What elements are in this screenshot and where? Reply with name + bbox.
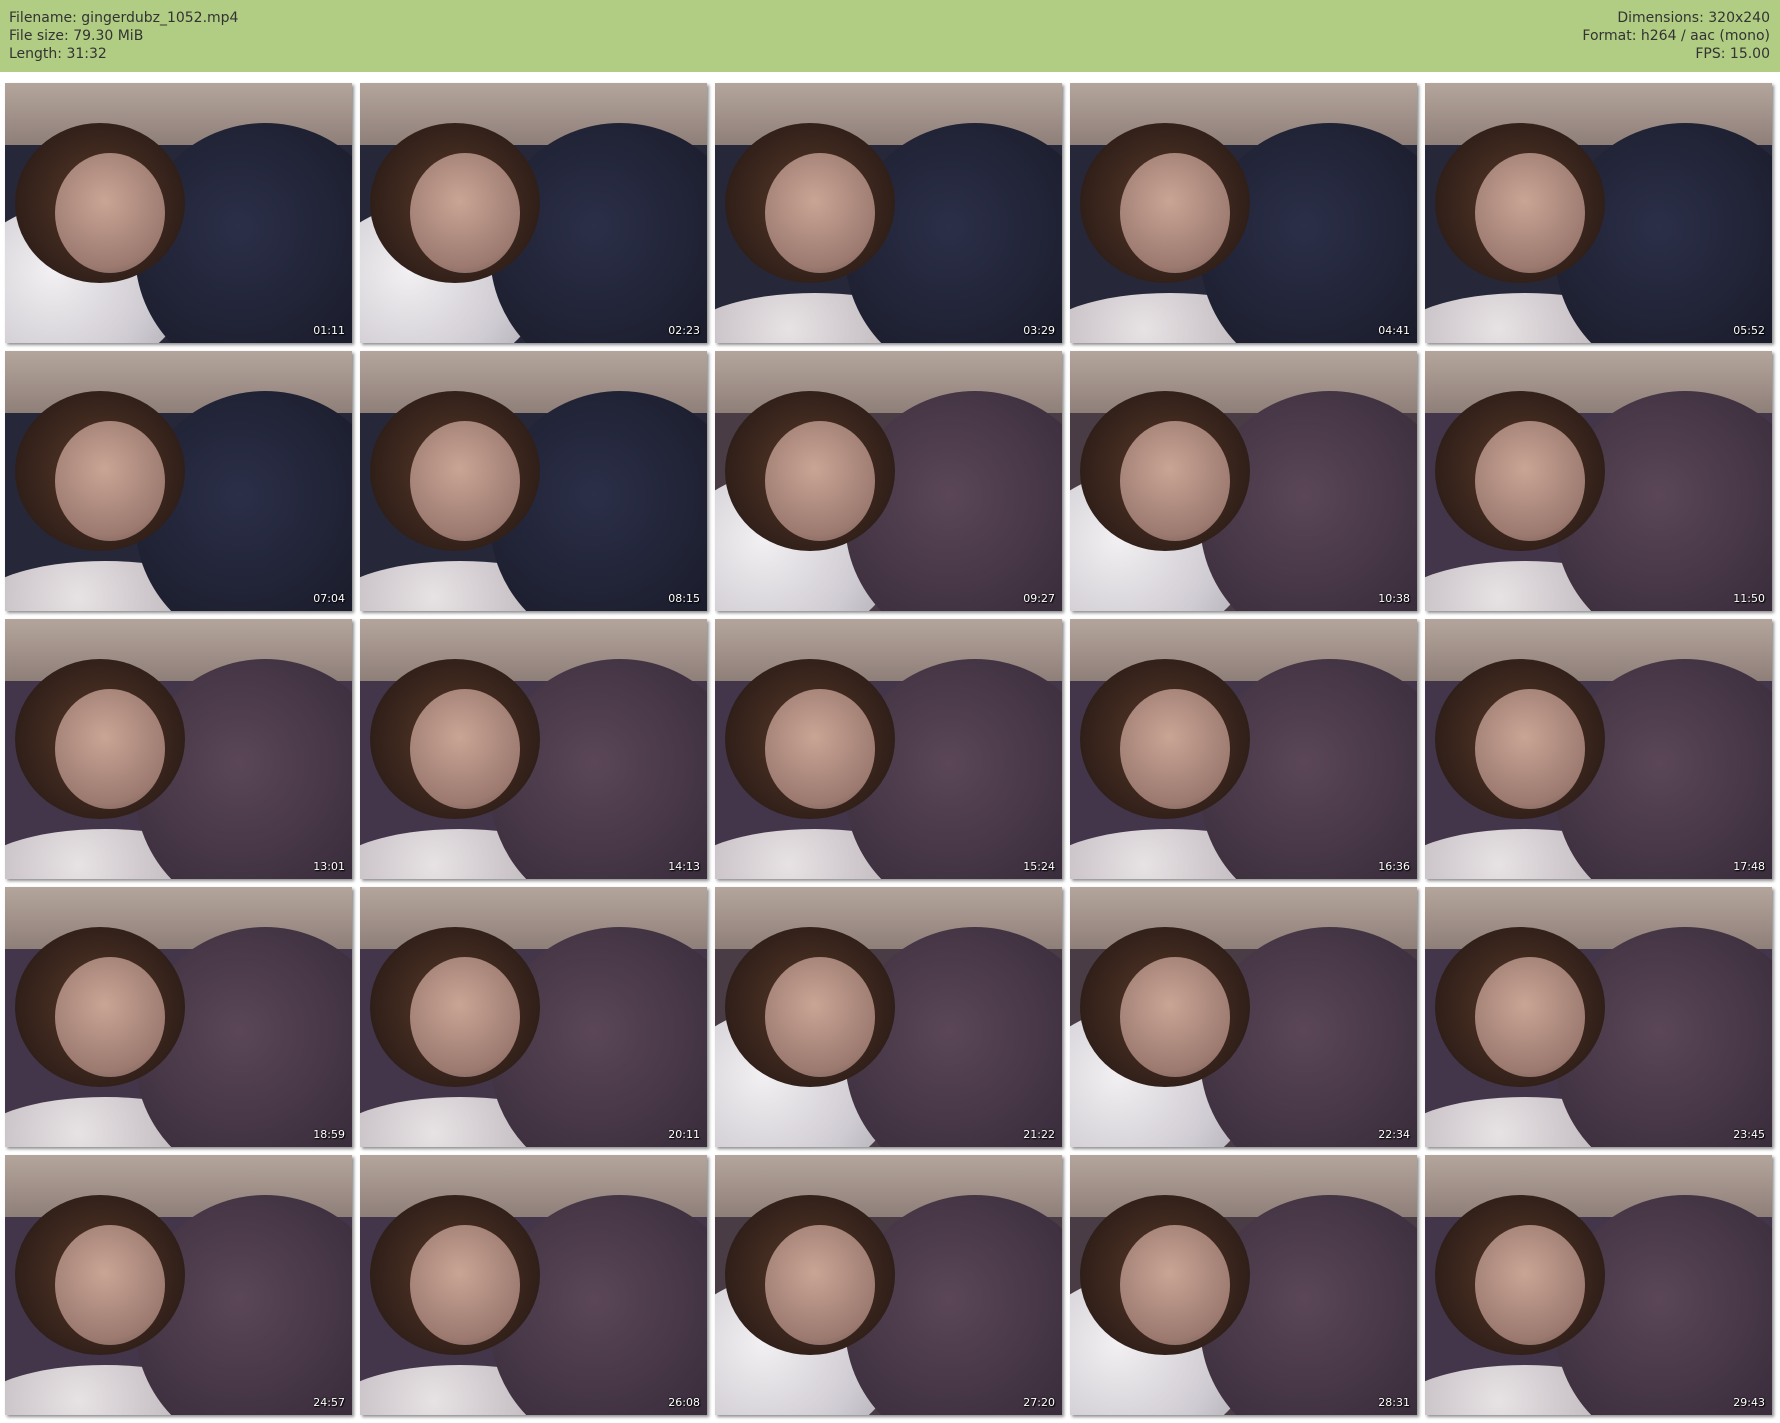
video-thumbnail[interactable]: 13:01 [5,619,352,879]
thumbnail-timestamp: 04:41 [1378,324,1410,337]
thumbnail-timestamp: 23:45 [1733,1128,1765,1141]
fps-label: FPS: [1695,46,1730,62]
length-label: Length: [9,46,67,62]
media-info: Dimensions: 320x240 Format: h264 / aac (… [1582,9,1770,63]
format-label: Format: [1582,28,1641,44]
video-thumbnail[interactable]: 18:59 [5,887,352,1147]
thumbnail-grid: 01:11 02:23 03:29 04:41 05:52 07:04 08:15 09:27… [0,72,1780,1423]
thumbnail-timestamp: 20:11 [668,1128,700,1141]
face-shape [410,957,520,1077]
thumbnail-timestamp: 29:43 [1733,1396,1765,1409]
thumbnail-timestamp: 03:29 [1023,324,1055,337]
face-shape [1475,1225,1585,1345]
thumbnail-timestamp: 22:34 [1378,1128,1410,1141]
video-thumbnail[interactable]: 20:11 [360,887,707,1147]
dimensions-row: Dimensions: 320x240 [1582,9,1770,27]
file-size-value: 79.30 MiB [73,28,144,44]
video-thumbnail[interactable]: 09:27 [715,351,1062,611]
face-shape [1120,153,1230,273]
video-thumbnail[interactable]: 24:57 [5,1155,352,1415]
thumbnail-timestamp: 09:27 [1023,592,1055,605]
face-shape [55,421,165,541]
thumbnail-timestamp: 24:57 [313,1396,345,1409]
face-shape [765,1225,875,1345]
format-value: h264 / aac (mono) [1640,28,1770,44]
dimensions-label: Dimensions: [1617,10,1709,26]
video-thumbnail[interactable]: 05:52 [1425,83,1772,343]
video-thumbnail[interactable]: 01:11 [5,83,352,343]
fps-value: 15.00 [1729,46,1770,62]
video-thumbnail[interactable]: 10:38 [1070,351,1417,611]
thumbnail-timestamp: 07:04 [313,592,345,605]
face-shape [765,689,875,809]
fps-row: FPS: 15.00 [1582,45,1770,63]
face-shape [765,153,875,273]
video-thumbnail[interactable]: 22:34 [1070,887,1417,1147]
video-thumbnail[interactable]: 16:36 [1070,619,1417,879]
thumbnail-timestamp: 14:13 [668,860,700,873]
thumbnail-timestamp: 08:15 [668,592,700,605]
thumbnail-timestamp: 18:59 [313,1128,345,1141]
thumbnail-timestamp: 15:24 [1023,860,1055,873]
thumbnail-timestamp: 13:01 [313,860,345,873]
face-shape [765,957,875,1077]
video-thumbnail[interactable]: 27:20 [715,1155,1062,1415]
face-shape [1475,957,1585,1077]
thumbnail-timestamp: 26:08 [668,1396,700,1409]
thumbnail-timestamp: 05:52 [1733,324,1765,337]
face-shape [55,153,165,273]
face-shape [55,689,165,809]
format-row: Format: h264 / aac (mono) [1582,27,1770,45]
video-thumbnail[interactable]: 08:15 [360,351,707,611]
face-shape [1475,153,1585,273]
video-thumbnail[interactable]: 15:24 [715,619,1062,879]
thumbnail-timestamp: 21:22 [1023,1128,1055,1141]
thumbnail-timestamp: 17:48 [1733,860,1765,873]
face-shape [55,1225,165,1345]
face-shape [1120,689,1230,809]
info-header: Filename: gingerdubz_1052.mp4 File size:… [0,0,1780,72]
face-shape [1120,957,1230,1077]
video-thumbnail[interactable]: 14:13 [360,619,707,879]
dimensions-value: 320x240 [1708,10,1770,26]
thumbnail-timestamp: 02:23 [668,324,700,337]
length-row: Length: 31:32 [9,45,238,63]
face-shape [410,421,520,541]
video-thumbnail[interactable]: 26:08 [360,1155,707,1415]
file-size-label: File size: [9,28,74,44]
video-thumbnail[interactable]: 17:48 [1425,619,1772,879]
face-shape [410,1225,520,1345]
video-thumbnail[interactable]: 04:41 [1070,83,1417,343]
face-shape [1120,1225,1230,1345]
face-shape [1120,421,1230,541]
thumbnail-timestamp: 10:38 [1378,592,1410,605]
thumbnail-timestamp: 27:20 [1023,1396,1055,1409]
filename-value: gingerdubz_1052.mp4 [81,10,239,26]
thumbnail-timestamp: 11:50 [1733,592,1765,605]
file-size-row: File size: 79.30 MiB [9,27,238,45]
face-shape [1475,421,1585,541]
thumbnail-timestamp: 28:31 [1378,1396,1410,1409]
thumbnail-timestamp: 16:36 [1378,860,1410,873]
length-value: 31:32 [66,46,107,62]
face-shape [55,957,165,1077]
video-thumbnail[interactable]: 28:31 [1070,1155,1417,1415]
video-thumbnail[interactable]: 03:29 [715,83,1062,343]
face-shape [410,153,520,273]
video-thumbnail[interactable]: 23:45 [1425,887,1772,1147]
face-shape [1475,689,1585,809]
filename-label: Filename: [9,10,82,26]
face-shape [765,421,875,541]
file-info: Filename: gingerdubz_1052.mp4 File size:… [9,9,238,63]
thumbnail-timestamp: 01:11 [313,324,345,337]
video-thumbnail[interactable]: 21:22 [715,887,1062,1147]
video-thumbnail[interactable]: 29:43 [1425,1155,1772,1415]
filename-row: Filename: gingerdubz_1052.mp4 [9,9,238,27]
video-thumbnail[interactable]: 11:50 [1425,351,1772,611]
face-shape [410,689,520,809]
video-thumbnail[interactable]: 07:04 [5,351,352,611]
video-thumbnail[interactable]: 02:23 [360,83,707,343]
